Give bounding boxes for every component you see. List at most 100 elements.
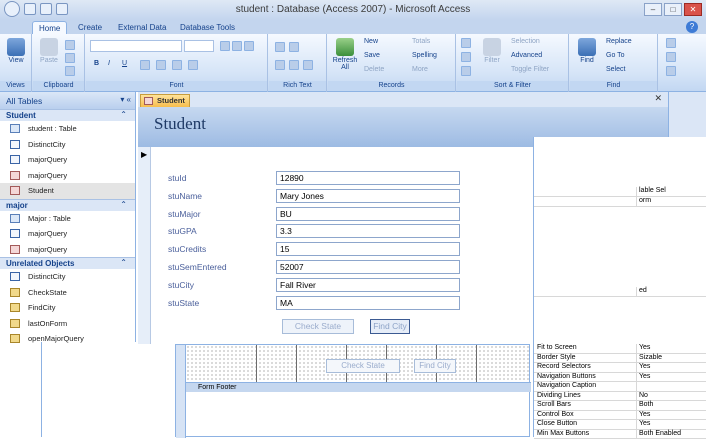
field-input[interactable]: Mary Jones — [276, 189, 460, 203]
font-size-combo[interactable] — [184, 40, 214, 52]
paste-button[interactable]: Paste — [37, 36, 61, 64]
italic-button[interactable]: I — [108, 60, 110, 67]
nav-item[interactable]: Major : Table — [0, 211, 135, 227]
form-footer-bar[interactable]: Form Footer — [186, 382, 531, 392]
nav-item[interactable]: majorQuery — [0, 242, 135, 258]
tab-home[interactable]: Home — [32, 21, 67, 34]
tab-student-form[interactable]: Student — [140, 94, 190, 107]
property-row[interactable]: Scroll BarsBoth — [534, 401, 706, 411]
minimize-button[interactable]: – — [644, 3, 662, 16]
find-city-button[interactable]: Find City — [370, 319, 410, 334]
nav-section-header[interactable]: major⌃ — [0, 199, 135, 211]
field-input[interactable]: 15 — [276, 242, 460, 256]
property-row[interactable]: Dividing LinesNo — [534, 392, 706, 402]
cut-icon[interactable] — [65, 40, 75, 50]
nav-item[interactable]: FindCity — [0, 300, 135, 316]
find-button[interactable]: Find — [574, 36, 600, 64]
delete-record-button[interactable]: Delete — [364, 66, 384, 73]
font-name-combo[interactable] — [90, 40, 182, 52]
close-button[interactable]: ✕ — [684, 3, 702, 16]
nav-section-header[interactable]: Student⌃ — [0, 109, 135, 121]
nav-item[interactable]: majorQuery — [0, 226, 135, 242]
property-row[interactable]: lable Sel — [534, 187, 706, 197]
property-row[interactable]: Min Max ButtonsBoth Enabled — [534, 430, 706, 439]
nav-item[interactable]: majorQuery — [0, 168, 135, 184]
property-row[interactable]: Navigation ButtonsYes — [534, 373, 706, 383]
bold-button[interactable]: B — [94, 60, 99, 67]
gridlines-icon[interactable] — [172, 60, 182, 70]
tab-database-tools[interactable]: Database Tools — [174, 21, 241, 34]
collapse-chevron-icon[interactable]: ⌃ — [120, 200, 127, 209]
nav-item[interactable]: DistinctCity — [0, 137, 135, 153]
field-input[interactable]: BU — [276, 207, 460, 221]
property-row[interactable]: Record SelectorsYes — [534, 363, 706, 373]
field-input[interactable]: 12890 — [276, 171, 460, 185]
nav-header[interactable]: All Tables▾ « — [0, 92, 135, 109]
increase-indent-icon[interactable] — [289, 42, 299, 52]
decrease-indent-icon[interactable] — [275, 42, 285, 52]
replace-button[interactable]: Replace — [606, 38, 632, 45]
maximize-button[interactable]: □ — [664, 3, 682, 16]
select-button[interactable]: Select — [606, 66, 625, 73]
tab-create[interactable]: Create — [72, 21, 108, 34]
property-row[interactable]: Navigation Caption — [534, 382, 706, 392]
side-tool-icon-2[interactable] — [666, 52, 676, 62]
alternate-fill-icon[interactable] — [188, 60, 198, 70]
property-row[interactable]: Fit to ScreenYes — [534, 344, 706, 354]
property-row[interactable]: ed — [534, 287, 706, 297]
shutter-chevron-icon[interactable]: ▾ « — [120, 95, 131, 104]
fill-color-icon[interactable] — [156, 60, 166, 70]
field-input[interactable]: 52007 — [276, 260, 460, 274]
spelling-button[interactable]: Spelling — [412, 52, 437, 59]
design-check-state-button[interactable]: Check State — [326, 359, 400, 373]
collapse-chevron-icon[interactable]: ⌃ — [120, 110, 127, 119]
record-selector[interactable]: ▶ — [138, 147, 151, 344]
help-icon[interactable]: ? — [686, 21, 698, 33]
numbering-icon[interactable] — [289, 60, 299, 70]
sort-ascending-icon[interactable] — [461, 38, 471, 48]
nav-item[interactable]: DistinctCity — [0, 269, 135, 285]
property-row[interactable]: Control BoxYes — [534, 411, 706, 421]
more-button[interactable]: More — [412, 66, 428, 73]
filter-button[interactable]: Filter — [479, 36, 505, 64]
refresh-all-button[interactable]: Refresh All — [330, 36, 360, 71]
copy-icon[interactable] — [65, 53, 75, 63]
format-painter-icon[interactable] — [65, 66, 75, 76]
highlight-icon[interactable] — [303, 60, 313, 70]
property-row[interactable]: Close ButtonYes — [534, 420, 706, 430]
align-center-icon[interactable] — [232, 41, 242, 51]
bullets-icon[interactable] — [275, 60, 285, 70]
new-record-button[interactable]: New — [364, 38, 378, 45]
save-record-button[interactable]: Save — [364, 52, 380, 59]
collapse-chevron-icon[interactable]: ⌃ — [120, 258, 127, 267]
go-to-button[interactable]: Go To — [606, 52, 625, 59]
side-tool-icon-3[interactable] — [666, 66, 676, 76]
font-color-icon[interactable] — [140, 60, 150, 70]
design-find-city-button[interactable]: Find City — [414, 359, 456, 373]
property-row[interactable]: orm — [534, 197, 706, 207]
field-input[interactable]: 3.3 — [276, 224, 460, 238]
nav-item[interactable]: lastOnForm — [0, 316, 135, 332]
nav-section-header[interactable]: Unrelated Objects⌃ — [0, 257, 135, 269]
side-tool-icon-1[interactable] — [666, 38, 676, 48]
view-button[interactable]: View — [2, 36, 30, 64]
nav-item[interactable]: openMajorQuery — [0, 331, 135, 347]
nav-item[interactable]: student : Table — [0, 121, 135, 137]
nav-item[interactable]: CheckState — [0, 285, 135, 301]
nav-item[interactable]: Student — [0, 183, 135, 199]
align-left-icon[interactable] — [220, 41, 230, 51]
property-row[interactable]: Border StyleSizable — [534, 354, 706, 364]
totals-button[interactable]: Totals — [412, 38, 430, 45]
field-input[interactable]: MA — [276, 296, 460, 310]
underline-button[interactable]: U — [122, 60, 127, 67]
advanced-button[interactable]: Advanced — [511, 52, 542, 59]
toggle-filter-button[interactable]: Toggle Filter — [511, 66, 549, 73]
nav-item[interactable]: majorQuery — [0, 152, 135, 168]
clear-sort-icon[interactable] — [461, 66, 471, 76]
field-input[interactable]: Fall River — [276, 278, 460, 292]
close-document-icon[interactable]: ✕ — [654, 93, 662, 104]
align-right-icon[interactable] — [244, 41, 254, 51]
tab-external-data[interactable]: External Data — [112, 21, 172, 34]
selection-button[interactable]: Selection — [511, 38, 540, 45]
sort-descending-icon[interactable] — [461, 52, 471, 62]
